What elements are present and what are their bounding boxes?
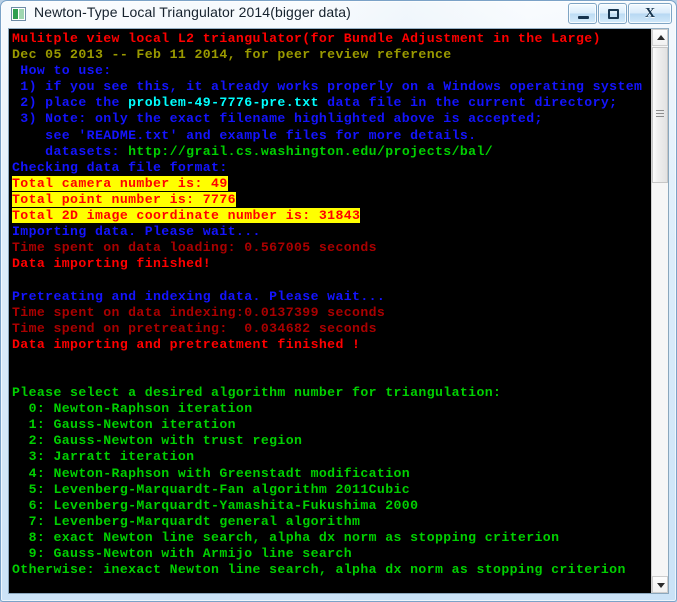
chevron-down-icon <box>657 583 665 588</box>
menu-item-algo-0[interactable]: 0: Newton-Raphson iteration <box>12 401 652 417</box>
console-line-blank-2 <box>12 353 652 369</box>
close-button[interactable]: X <box>628 3 672 24</box>
window-title: Newton-Type Local Triangulator 2014(bigg… <box>34 4 351 20</box>
console-line-blank-3 <box>12 369 652 385</box>
maximize-icon <box>608 9 619 19</box>
menu-item-algo-4[interactable]: 4: Newton-Raphson with Greenstadt modifi… <box>12 466 652 482</box>
total-point-highlight: Total point number is: 7776 <box>12 191 236 207</box>
step-2-prefix: 2) place the <box>12 95 129 111</box>
console-line-blank-1 <box>12 272 652 288</box>
console-lines: Mulitple view local L2 triangulator(for … <box>12 31 652 578</box>
window-controls: X <box>567 3 672 24</box>
console-output[interactable]: Mulitple view local L2 triangulator(for … <box>9 29 652 593</box>
datasets-label: datasets: <box>12 143 129 159</box>
console-line-total-point: Total point number is: 7776 <box>12 191 652 208</box>
title-bar[interactable]: Newton-Type Local Triangulator 2014(bigg… <box>0 0 677 28</box>
console-line-how-to-use: How to use: <box>12 63 112 79</box>
maximize-button[interactable] <box>598 3 627 24</box>
console-line-total-camera: Total camera number is: 49 <box>12 175 652 192</box>
console-line-title-banner: Mulitple view local L2 triangulator(for … <box>12 31 601 46</box>
datasets-url[interactable]: http://grail.cs.washington.edu/projects/… <box>128 144 493 159</box>
close-icon: X <box>644 5 656 21</box>
console-client-area: Mulitple view local L2 triangulator(for … <box>8 28 669 594</box>
console-line-import-finished: Data importing finished! <box>12 256 212 272</box>
menu-item-algo-6[interactable]: 6: Levenberg-Marquardt-Yamashita-Fukushi… <box>12 498 652 514</box>
console-line-total-2d: Total 2D image coordinate number is: 318… <box>12 208 652 224</box>
menu-item-algo-otherwise[interactable]: Otherwise: inexact Newton line search, a… <box>12 562 652 578</box>
step-2-filename: problem-49-7776-pre.txt <box>128 95 319 111</box>
chevron-up-icon <box>657 35 665 40</box>
menu-item-algo-7[interactable]: 7: Levenberg-Marquardt general algorithm <box>12 514 652 530</box>
console-line-pretreating: Pretreating and indexing data. Please wa… <box>12 288 386 304</box>
console-line-step-3: 3) Note: only the exact filename highlig… <box>12 111 543 127</box>
vertical-scrollbar[interactable] <box>651 29 668 593</box>
console-line-pretreat-finished: Data importing and pretreatment finished… <box>12 336 361 352</box>
menu-item-algo-2[interactable]: 2: Gauss-Newton with trust region <box>12 433 652 449</box>
console-line-importing: Importing data. Please wait... <box>12 224 261 240</box>
console-line-time-pretreating: Time spend on pretreating: 0.034682 seco… <box>12 320 377 336</box>
console-line-time-indexing: Time spent on data indexing:0.0137399 se… <box>12 304 386 320</box>
console-line-time-loading: Time spent on data loading: 0.567005 sec… <box>12 240 377 256</box>
total-2d-highlight: Total 2D image coordinate number is: 318… <box>12 208 361 224</box>
scroll-up-button[interactable] <box>652 29 668 46</box>
scroll-down-button[interactable] <box>652 576 668 593</box>
step-2-suffix: data file in the current directory; <box>318 95 618 111</box>
console-line-prompt: Please select a desired algorithm number… <box>12 385 502 401</box>
total-camera-highlight: Total camera number is: 49 <box>12 175 228 191</box>
console-line-datasets: datasets: http://grail.cs.washington.edu… <box>12 144 652 160</box>
menu-item-algo-8[interactable]: 8: exact Newton line search, alpha dx no… <box>12 530 652 546</box>
console-line-date: Dec 05 2013 -- Feb 11 2014, for peer rev… <box>12 47 452 63</box>
minimize-button[interactable] <box>568 3 597 24</box>
console-line-readme: see 'README.txt' and example files for m… <box>12 127 477 143</box>
console-line-checking-format: Checking data file format: <box>12 159 228 175</box>
menu-item-algo-9[interactable]: 9: Gauss-Newton with Armijo line search <box>12 546 652 562</box>
console-app-icon <box>11 7 26 21</box>
scrollbar-thumb[interactable] <box>652 47 668 183</box>
menu-item-algo-5[interactable]: 5: Levenberg-Marquardt-Fan algorithm 201… <box>12 482 652 498</box>
console-line-step-1: 1) if you see this, it already works pro… <box>12 79 643 95</box>
minimize-icon <box>578 16 589 19</box>
console-line-step-2: 2) place the problem-49-7776-pre.txt dat… <box>12 95 652 111</box>
menu-item-algo-1[interactable]: 1: Gauss-Newton iteration <box>12 417 652 433</box>
scrollbar-grip-icon <box>656 110 664 119</box>
menu-item-algo-3[interactable]: 3: Jarratt iteration <box>12 449 652 465</box>
application-window: Newton-Type Local Triangulator 2014(bigg… <box>0 0 677 602</box>
